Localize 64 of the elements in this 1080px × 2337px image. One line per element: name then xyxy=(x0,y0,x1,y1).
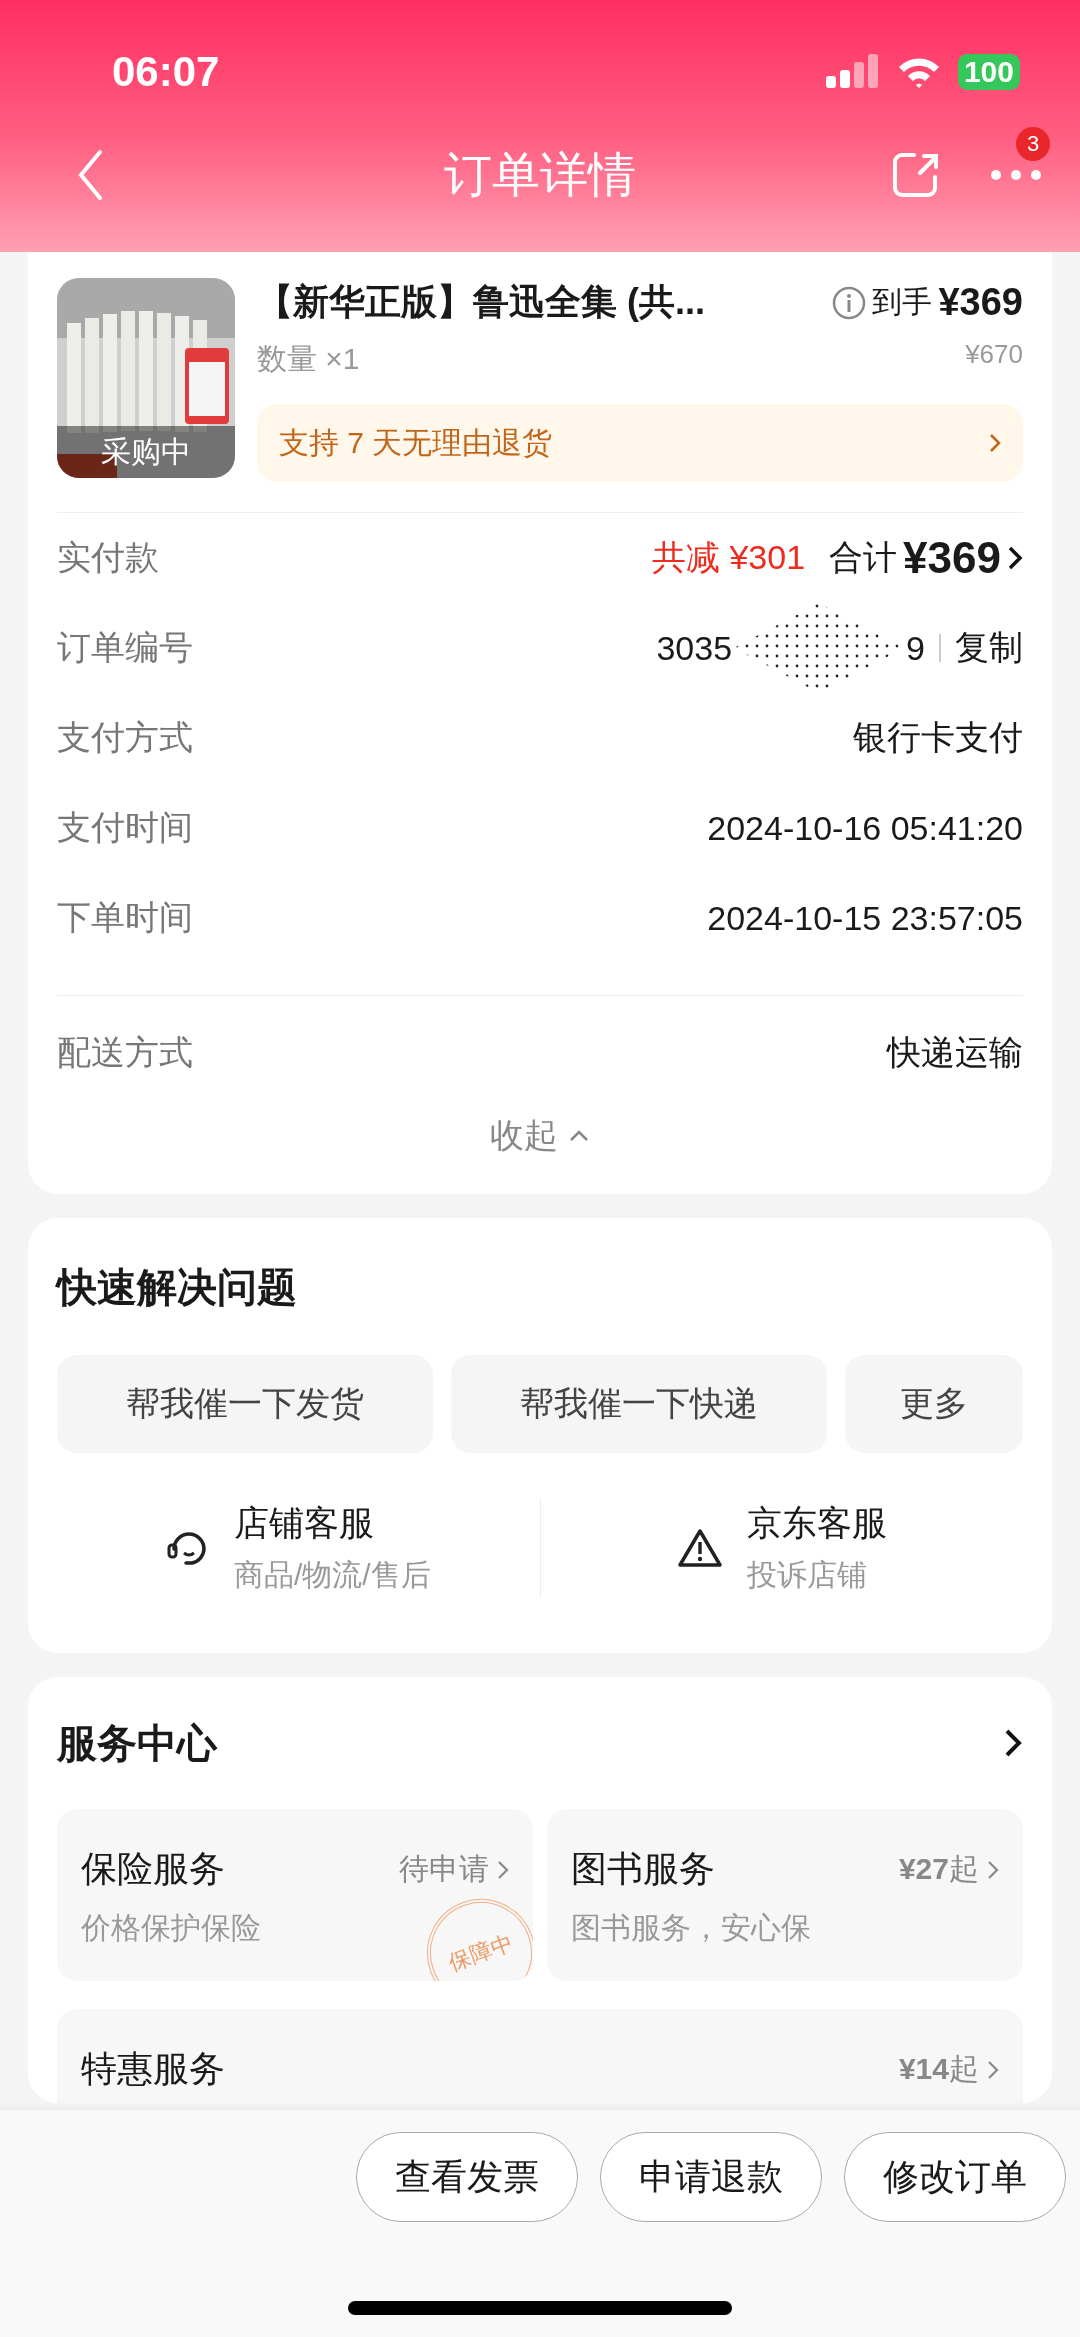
service-title: 保险服务 xyxy=(81,1847,225,1891)
field-value: 2024-10-16 05:41:20 xyxy=(707,808,1023,848)
copy-button[interactable]: 复制 xyxy=(955,625,1023,671)
page-title: 订单详情 xyxy=(444,147,636,203)
section-title: 服务中心 xyxy=(57,1719,217,1767)
notification-badge: 3 xyxy=(1016,127,1050,161)
discount-amount: 共减 ¥301 xyxy=(652,537,806,578)
chevron-icon[interactable] xyxy=(1003,1727,1023,1759)
order-number-start: 3035 xyxy=(656,628,733,668)
chevron-icon xyxy=(987,1859,999,1880)
more-icon[interactable] xyxy=(990,169,1042,181)
total-label: 合计 xyxy=(829,537,898,578)
chevron-icon xyxy=(989,433,1001,453)
status-label: 采购中 xyxy=(57,426,235,478)
signal-icon xyxy=(825,54,880,90)
service-tile[interactable]: 图书服务 ¥27起 图书服务，安心保 xyxy=(547,1809,1023,1981)
order-action-button[interactable]: 申请退款 xyxy=(600,2132,822,2222)
service-status: ¥27起 xyxy=(898,1851,979,1887)
order-number-end: 9 xyxy=(906,628,925,668)
field-label: 实付款 xyxy=(57,537,159,578)
quick-action-button[interactable]: 更多 xyxy=(845,1355,1023,1453)
share-icon[interactable] xyxy=(892,151,940,199)
field-value: 快递运输 xyxy=(887,1032,1023,1073)
service-tile[interactable]: 保险服务 待申请 价格保护保险 保障中 xyxy=(57,1809,533,1981)
product-title[interactable]: 【新华正版】鲁迅全集 (共... xyxy=(257,278,705,327)
service-description: 价格保护保险 xyxy=(81,1910,261,1946)
field-label: 支付方式 xyxy=(57,717,193,758)
service-description: 图书服务，安心保 xyxy=(571,1910,811,1946)
field-value: 银行卡支付 xyxy=(853,717,1023,758)
quick-action-button[interactable]: 帮我催一下快递 xyxy=(451,1355,827,1453)
service-status: 待申请 xyxy=(399,1851,489,1887)
order-action-button[interactable]: 修改订单 xyxy=(844,2132,1066,2222)
contact-subtitle: 商品/物流/售后 xyxy=(233,1557,431,1593)
contact-subtitle: 投诉店铺 xyxy=(746,1557,868,1593)
quantity-text: 数量 ×1 xyxy=(257,341,360,377)
field-label: 支付时间 xyxy=(57,807,193,848)
contact-title[interactable]: 店铺客服 xyxy=(233,1500,431,1547)
field-label: 订单编号 xyxy=(57,627,193,668)
field-label: 下单时间 xyxy=(57,897,193,938)
service-status: ¥14起 xyxy=(898,2051,979,2087)
field-value: 2024-10-15 23:57:05 xyxy=(707,898,1023,938)
collapse-button[interactable]: 收起 xyxy=(460,1098,620,1174)
field-label: 配送方式 xyxy=(57,1032,193,1073)
chevron-icon xyxy=(987,2059,999,2080)
contact-title[interactable]: 京东客服 xyxy=(746,1500,887,1547)
warning-icon[interactable] xyxy=(676,1528,723,1568)
section-title: 快速解决问题 xyxy=(57,1264,298,1311)
battery-indicator: 100 xyxy=(957,54,1020,90)
original-price: ¥670 xyxy=(965,339,1023,371)
final-price-label: 到手 xyxy=(872,284,933,320)
chevron-icon[interactable] xyxy=(1007,545,1023,571)
total-amount: ¥369 xyxy=(903,533,1001,583)
return-policy-text: 支持 7 天无理由退货 xyxy=(279,424,553,461)
service-title: 图书服务 xyxy=(571,1847,715,1891)
quick-action-button[interactable]: 帮我催一下发货 xyxy=(57,1355,433,1453)
order-action-button[interactable]: 查看发票 xyxy=(356,2132,578,2222)
status-time: 06:07 xyxy=(112,48,220,96)
info-icon[interactable] xyxy=(832,285,867,320)
final-price: ¥369 xyxy=(938,281,1023,324)
service-title: 特惠服务 xyxy=(81,2047,225,2091)
return-policy-banner[interactable]: 支持 7 天无理由退货 xyxy=(257,404,1023,482)
caret-icon xyxy=(568,1129,590,1143)
service-tile[interactable]: 特惠服务 ¥14起 xyxy=(57,2009,1023,2103)
chevron-icon xyxy=(497,1859,509,1880)
